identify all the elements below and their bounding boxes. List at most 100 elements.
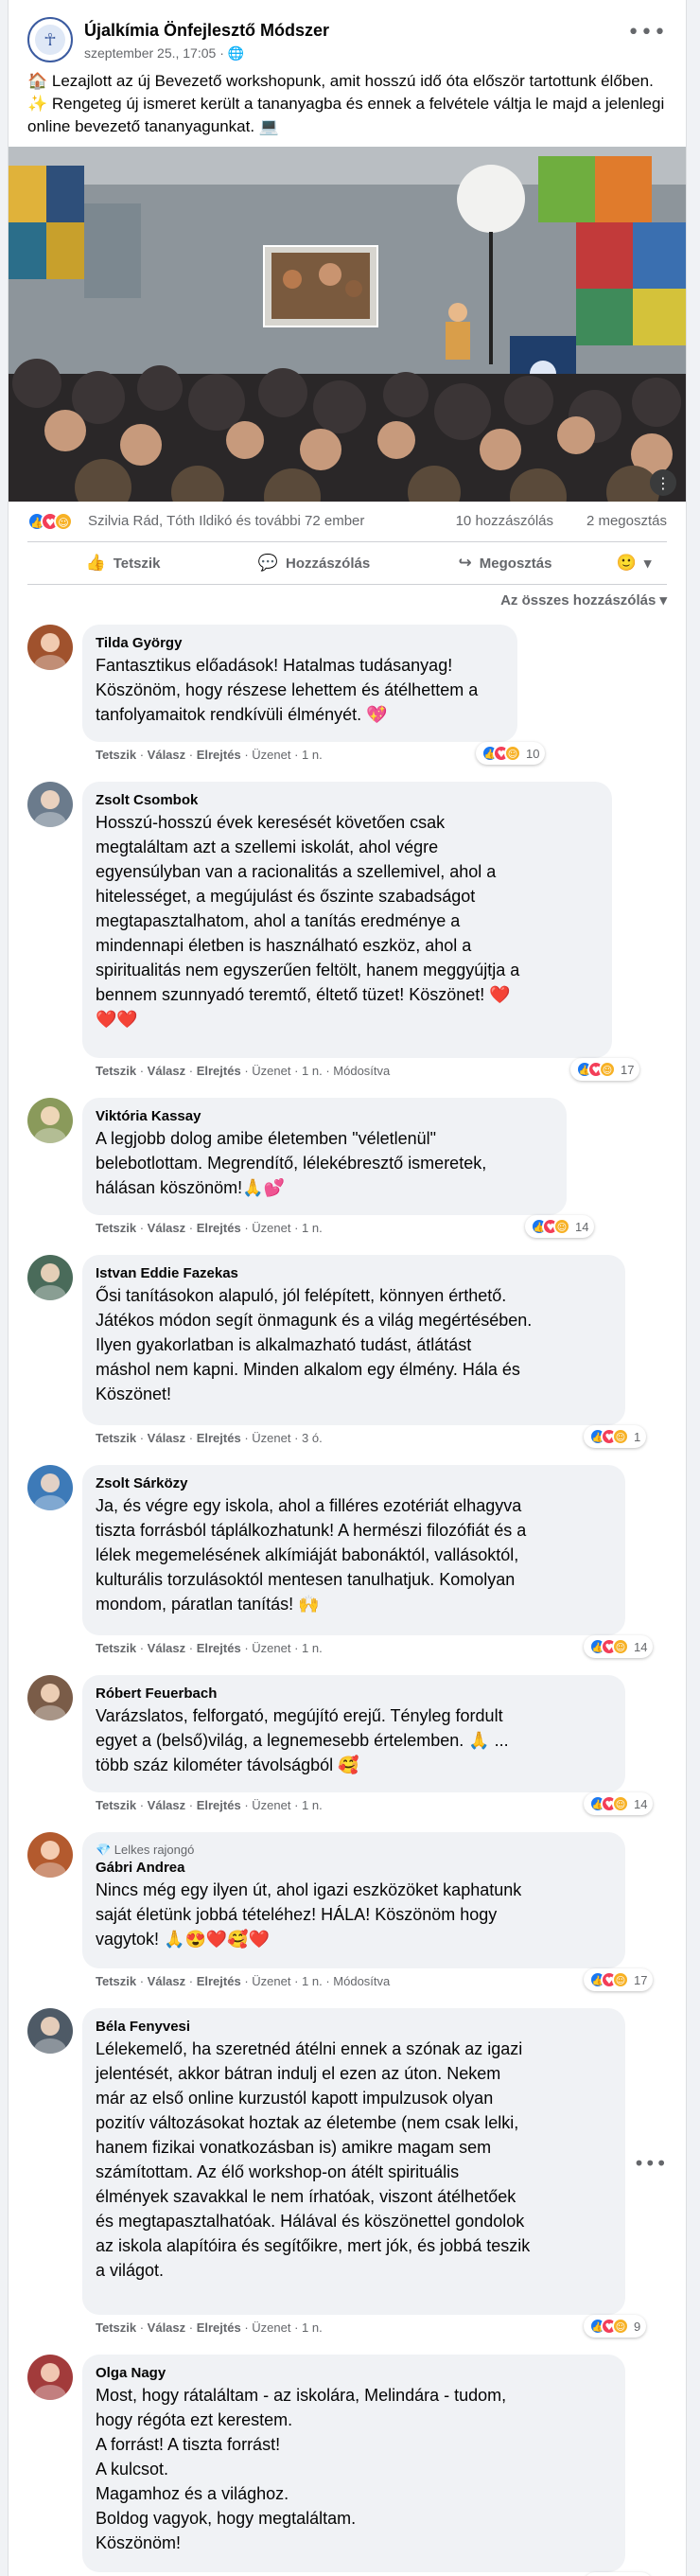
separator: · [136,2320,148,2335]
thumbs-up-icon: 👍 [85,554,106,573]
commenter-avatar[interactable] [27,2355,73,2400]
comment-reactions[interactable]: 👍 ♥ ☺ 14 [584,1792,654,1815]
comment-message-link[interactable]: Üzenet [252,1974,290,1988]
comment-time[interactable]: 1 n. [302,1221,323,1235]
comment-reply-link[interactable]: Válasz [148,1064,185,1078]
page-avatar[interactable]: ☥ [27,17,73,62]
commenter-avatar[interactable] [27,1465,73,1510]
comment-like-link[interactable]: Tetszik [96,1221,136,1235]
comment-hide-link[interactable]: Elrejtés [197,1064,241,1078]
comment-message-link[interactable]: Üzenet [252,1221,290,1235]
comment-like-link[interactable]: Tetszik [96,2320,136,2335]
separator: · [240,748,253,762]
comment-time[interactable]: 1 n. [302,1974,323,1988]
comment-button[interactable]: 💬 Hozzászólás [219,546,410,580]
commenter-name[interactable]: Zsolt Sárközy [96,1474,612,1493]
commenter-name[interactable]: Béla Fenyvesi [96,2018,612,2037]
comment-more-icon[interactable]: ••• [634,2152,667,2175]
audience-selector[interactable]: 🙂 ▾ [601,546,667,580]
comment-reactions[interactable]: 👍♥☺12 [584,2572,654,2576]
share-arrow-icon: ↪ [458,554,472,573]
comment-reaction-count: 14 [634,1796,648,1811]
care-reaction-icon: ☺ [553,1218,570,1235]
comment-time[interactable]: 1 n. [302,748,323,762]
comment-reaction-count: 1 [634,1429,641,1444]
comment-actions: Tetszik · Válasz · Elrejtés · Üzenet · 1… [96,1064,390,1078]
commenter-avatar[interactable] [27,625,73,670]
comment-time[interactable]: 1 n. [302,1798,323,1812]
comment-message-link[interactable]: Üzenet [252,1641,290,1655]
comment-hide-link[interactable]: Elrejtés [197,1641,241,1655]
svg-text:⋮: ⋮ [656,474,671,492]
separator: · [290,1221,303,1235]
comment-like-link[interactable]: Tetszik [96,1974,136,1988]
commenter-avatar[interactable] [27,782,73,827]
like-button[interactable]: 👍 Tetszik [27,546,219,580]
comment-reply-link[interactable]: Válasz [148,748,185,762]
commenter-name[interactable]: Viktória Kassay [96,1107,553,1126]
comment-message-link[interactable]: Üzenet [252,748,290,762]
comment-like-link[interactable]: Tetszik [96,1641,136,1655]
comment-hide-link[interactable]: Elrejtés [197,1798,241,1812]
reactions-people[interactable]: Szilvia Rád, Tóth Ildikó és további 72 e… [88,513,364,529]
commenter-avatar[interactable] [27,1098,73,1143]
commenter-avatar[interactable] [27,2008,73,2054]
comment-hide-link[interactable]: Elrejtés [197,748,241,762]
comment-time[interactable]: 1 n. [302,1064,323,1078]
separator: · [240,1798,253,1812]
comment-reply-link[interactable]: Válasz [148,1974,185,1988]
comment-hide-link[interactable]: Elrejtés [197,1431,241,1445]
comment-message-link[interactable]: Üzenet [252,2320,290,2335]
comment-hide-link[interactable]: Elrejtés [197,2320,241,2335]
share-count[interactable]: 2 megosztás [586,513,667,529]
comment-hide-link[interactable]: Elrejtés [197,1974,241,1988]
commenter-name[interactable]: Olga Nagy [96,2364,612,2383]
separator: · [240,1431,253,1445]
comment-reply-link[interactable]: Válasz [148,1221,185,1235]
commenter-name[interactable]: Istvan Eddie Fazekas [96,1264,612,1283]
comment-like-link[interactable]: Tetszik [96,1431,136,1445]
comment-reactions[interactable]: 👍 ♥ ☺ 14 [584,1635,654,1658]
commenter-avatar[interactable] [27,1255,73,1300]
post-image[interactable]: ⋮ [9,147,686,502]
commenter-avatar[interactable] [27,1675,73,1720]
post-timestamp[interactable]: szeptember 25., 17:05 · 🌐 [84,45,244,62]
comment-time[interactable]: 1 n. [302,1641,323,1655]
comment-time[interactable]: 1 n. [302,2320,323,2335]
comment-edited[interactable]: Módosítva [333,1974,390,1988]
comment-reactions[interactable]: 👍 ♥ ☺ 14 [525,1215,595,1238]
comment-filter[interactable]: Az összes hozzászólás ▾ [500,591,667,609]
comment-like-link[interactable]: Tetszik [96,748,136,762]
separator: · [185,1798,197,1812]
share-button[interactable]: ↪ Megosztás [410,546,601,580]
comment-reply-link[interactable]: Válasz [148,2320,185,2335]
comment-time[interactable]: 3 ó. [302,1431,323,1445]
comment-like-link[interactable]: Tetszik [96,1798,136,1812]
comment-edited[interactable]: Módosítva [333,1064,390,1078]
comment-reply-link[interactable]: Válasz [148,1798,185,1812]
comment-count[interactable]: 10 hozzászólás [456,513,553,529]
comment-bubble: Zsolt Csombok Hosszú-hosszú évek keresésé… [82,782,612,1058]
commenter-name[interactable]: Tilda György [96,634,504,653]
commenter-name[interactable]: Zsolt Csombok [96,791,599,810]
post-more-icon[interactable]: ••• [627,21,667,44]
comment-reply-link[interactable]: Válasz [148,1641,185,1655]
comment-reactions[interactable]: 👍 ♥ ☺ 1 [584,1425,647,1448]
page-name[interactable]: Újalkímia Önfejlesztő Módszer [84,21,329,41]
comment-text: Ja, és végre egy iskola, ahol a filléres… [96,1496,527,1614]
comment-reply-link[interactable]: Válasz [148,1431,185,1445]
reaction-icons[interactable]: 👍 ♥ ☺ [27,512,73,531]
comment-reactions[interactable]: 👍 ♥ ☺ 17 [584,1968,654,1991]
comment-reactions[interactable]: 👍 ♥ ☺ 9 [584,2315,647,2338]
commenter-name[interactable]: Róbert Feuerbach [96,1685,612,1703]
commenter-name[interactable]: Gábri Andrea [96,1859,612,1878]
comment-reactions[interactable]: 👍 ♥ ☺ 17 [570,1058,640,1081]
care-reaction-icon: ☺ [599,1061,616,1078]
commenter-avatar[interactable] [27,1832,73,1878]
comment-message-link[interactable]: Üzenet [252,1431,290,1445]
comment-message-link[interactable]: Üzenet [252,1798,290,1812]
comment-hide-link[interactable]: Elrejtés [197,1221,241,1235]
comment-reactions[interactable]: 👍 ♥ ☺ 10 [476,742,546,765]
comment-message-link[interactable]: Üzenet [252,1064,290,1078]
comment-like-link[interactable]: Tetszik [96,1064,136,1078]
